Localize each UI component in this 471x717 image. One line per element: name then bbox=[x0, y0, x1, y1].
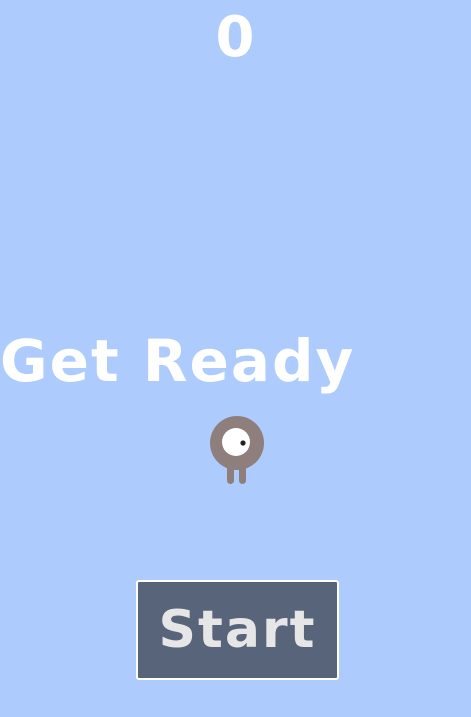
start-button-label: Start bbox=[158, 600, 317, 660]
game-screen[interactable]: 0 Get Ready Start bbox=[0, 0, 471, 717]
character-pupil bbox=[240, 440, 246, 446]
character-eye bbox=[222, 428, 250, 456]
get-ready-message: Get Ready bbox=[0, 327, 356, 395]
start-button[interactable]: Start bbox=[136, 580, 339, 680]
one-eyed-ghost-icon bbox=[210, 416, 264, 484]
score-counter: 0 bbox=[215, 5, 256, 70]
